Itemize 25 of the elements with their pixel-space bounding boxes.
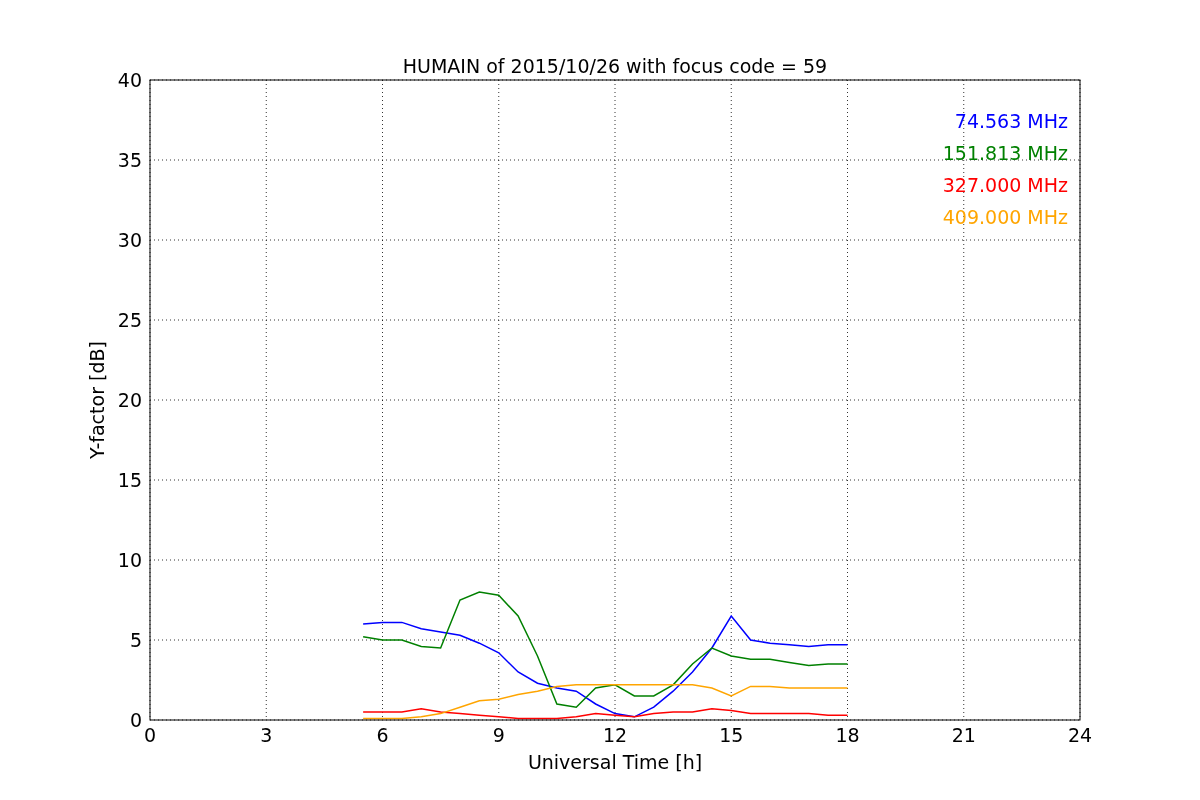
tick-label: 5 <box>129 629 142 651</box>
tick-label: 6 <box>376 724 389 746</box>
tick-label: 24 <box>1067 724 1093 746</box>
legend-label: 409.000 MHz <box>942 206 1068 228</box>
tick-label: 15 <box>117 469 142 491</box>
chart-title: HUMAIN of 2015/10/26 with focus code = 59 <box>402 55 828 77</box>
tick-label: 40 <box>117 69 142 91</box>
tick-label: 25 <box>117 309 142 331</box>
tick-label: 0 <box>129 709 142 731</box>
x-axis-label: Universal Time [h] <box>527 751 703 773</box>
tick-label: 9 <box>492 724 505 746</box>
tick-label: 12 <box>602 724 628 746</box>
legend-label: 74.563 MHz <box>954 110 1068 132</box>
tick-label: 20 <box>117 389 142 411</box>
tick-label: 10 <box>117 549 142 571</box>
legend-label: 151.813 MHz <box>942 142 1068 164</box>
tick-label: 0 <box>143 724 157 746</box>
legend-label: 327.000 MHz <box>942 174 1068 196</box>
tick-label: 35 <box>117 149 142 171</box>
y-axis-label: Y-factor [dB] <box>86 341 108 459</box>
tick-label: 30 <box>117 229 142 251</box>
tick-label: 18 <box>835 724 860 746</box>
tick-label: 3 <box>260 724 273 746</box>
tick-label: 21 <box>951 724 976 746</box>
tick-label: 15 <box>719 724 744 746</box>
